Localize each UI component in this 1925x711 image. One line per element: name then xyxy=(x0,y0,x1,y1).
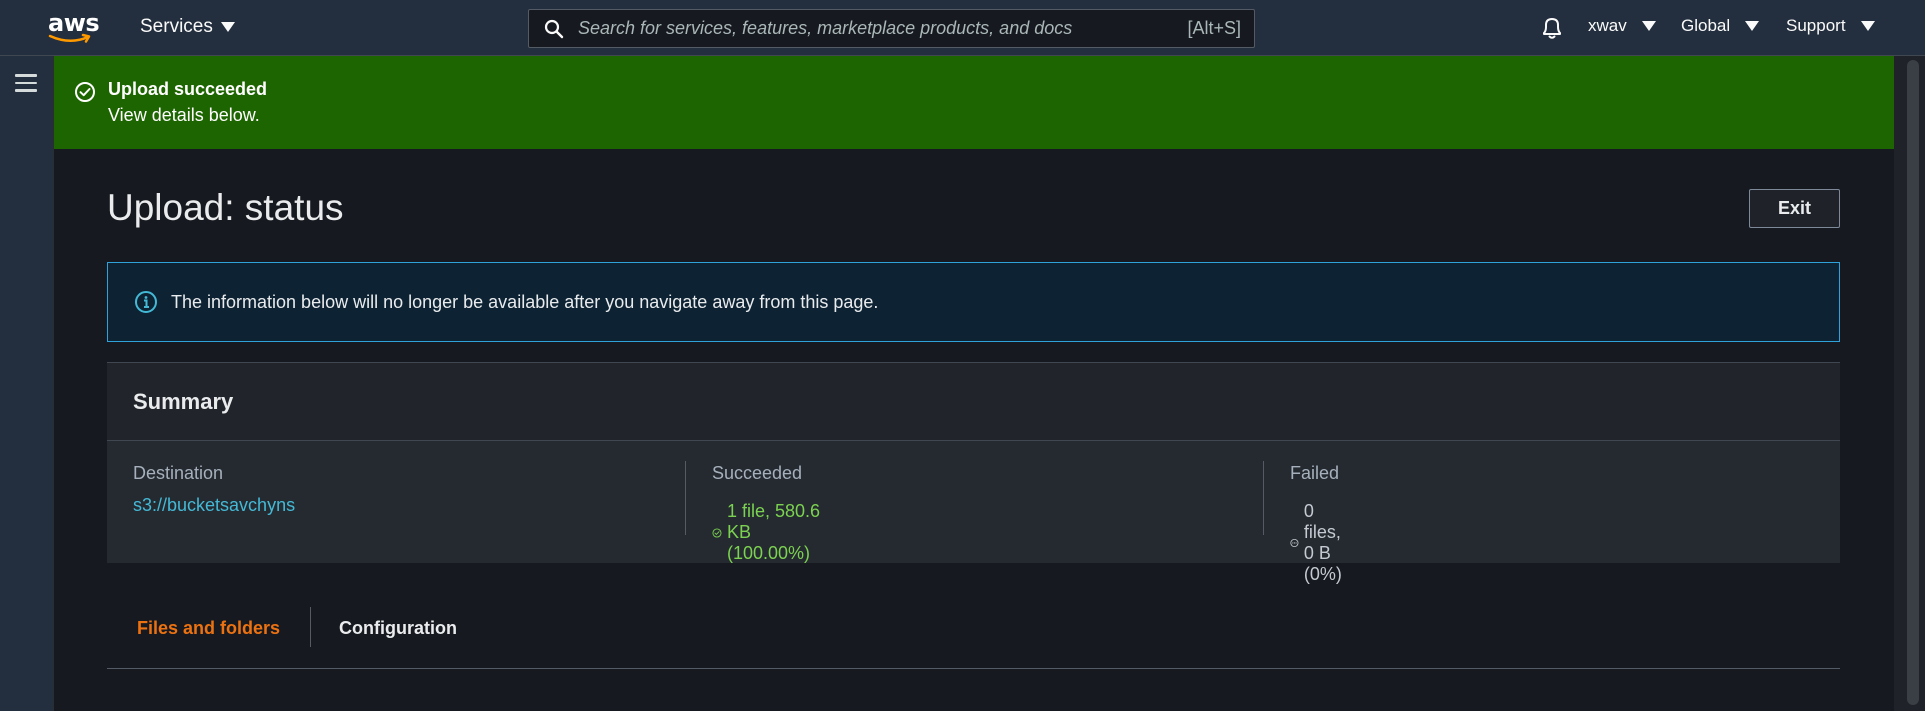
flash-message: View details below. xyxy=(108,105,260,125)
search-icon xyxy=(544,19,564,38)
side-navigation-collapsed xyxy=(0,56,54,711)
search-input[interactable] xyxy=(564,18,1188,39)
info-alert-text: The information below will no longer be … xyxy=(171,291,879,312)
account-label: xwav xyxy=(1588,16,1627,35)
tab-files-and-folders[interactable]: Files and folders xyxy=(137,618,280,639)
chevron-down-icon xyxy=(220,22,235,32)
summary-container: Summary Destination s3://bucketsavchyns … xyxy=(107,362,1840,584)
success-check-icon xyxy=(75,82,95,102)
region-label: Global xyxy=(1681,16,1731,35)
chevron-down-icon xyxy=(1860,21,1875,31)
aws-logo-text: aws xyxy=(48,9,100,37)
info-icon xyxy=(135,291,157,313)
page-scrollbar[interactable] xyxy=(1894,56,1925,711)
search-shortcut-hint: [Alt+S] xyxy=(1187,18,1241,38)
notifications-bell-icon[interactable] xyxy=(1540,15,1564,46)
summary-title: Summary xyxy=(133,389,234,414)
region-menu[interactable]: Global xyxy=(1681,16,1760,36)
failed-status: 0 files, 0 B (0%) xyxy=(1290,501,1355,585)
aws-logo[interactable]: aws xyxy=(48,9,100,45)
menu-hamburger-icon[interactable] xyxy=(15,74,37,97)
column-divider xyxy=(1263,461,1264,535)
tab-configuration[interactable]: Configuration xyxy=(339,618,457,639)
column-divider xyxy=(685,461,686,535)
success-check-icon xyxy=(712,527,722,538)
failed-label: Failed xyxy=(1290,463,1340,483)
support-menu[interactable]: Support xyxy=(1786,16,1875,36)
success-flash-banner: Upload succeeded View details below. xyxy=(54,56,1894,149)
top-navigation: aws Services [Alt+S] xwav Global Support xyxy=(0,0,1925,56)
failed-value: 0 files, 0 B (0%) xyxy=(1303,501,1342,584)
page-title: Upload: status xyxy=(107,187,344,228)
search-bar[interactable]: [Alt+S] xyxy=(528,9,1255,48)
summary-header: Summary xyxy=(107,363,1840,441)
succeeded-status: 1 file, 580.6 KB (100.00%) xyxy=(712,501,822,564)
chevron-down-icon xyxy=(1745,21,1760,31)
tab-bar: Files and folders Configuration xyxy=(107,587,1840,669)
tab-divider xyxy=(310,607,311,647)
pending-dots-icon xyxy=(1290,538,1299,548)
account-menu[interactable]: xwav xyxy=(1588,16,1656,36)
succeeded-label: Succeeded xyxy=(712,463,803,483)
chevron-down-icon xyxy=(1641,21,1656,31)
destination-label: Destination xyxy=(133,463,224,483)
scrollbar-thumb[interactable] xyxy=(1907,60,1919,705)
summary-body: Destination s3://bucketsavchyns Succeede… xyxy=(107,441,1840,584)
main-content: Upload: status Exit The information belo… xyxy=(54,149,1894,711)
flash-title: Upload succeeded xyxy=(108,79,268,99)
support-label: Support xyxy=(1786,16,1846,35)
succeeded-value: 1 file, 580.6 KB (100.00%) xyxy=(726,501,821,563)
exit-button[interactable]: Exit xyxy=(1749,189,1840,228)
destination-link[interactable]: s3://bucketsavchyns xyxy=(133,495,295,516)
services-label: Services xyxy=(140,16,213,37)
info-alert: The information below will no longer be … xyxy=(107,262,1840,342)
services-menu[interactable]: Services xyxy=(140,16,235,38)
aws-smile-icon xyxy=(48,33,91,43)
